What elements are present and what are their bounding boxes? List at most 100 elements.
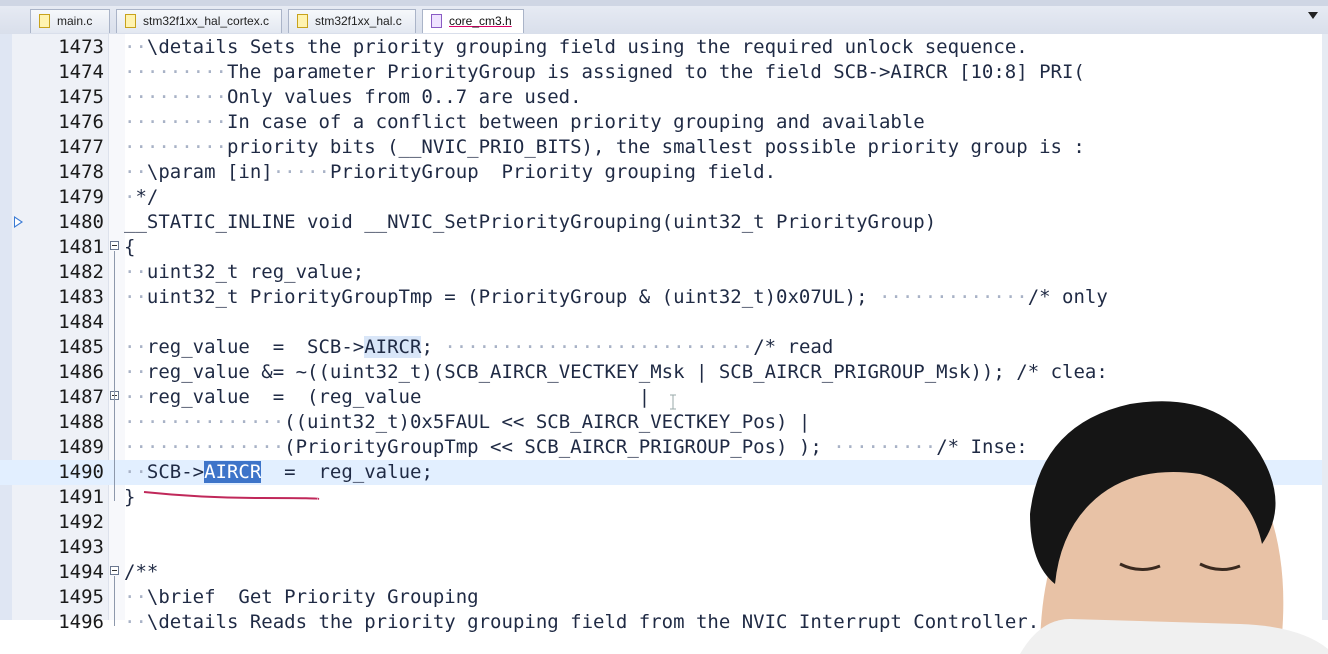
window-top-edge xyxy=(0,0,1328,6)
code-token: /** xyxy=(124,561,159,583)
tab-hal-cortex-c[interactable]: stm32f1xx_hal_cortex.c xyxy=(116,9,282,33)
line-number: 1480 xyxy=(58,211,104,233)
code-line[interactable]: 1474 ·········The parameter PriorityGroup… xyxy=(0,60,1322,85)
file-icon xyxy=(39,14,50,28)
code-token: reg_value = SCB-> xyxy=(146,336,365,358)
code-line[interactable]: 1478 ··\param [in]·····PriorityGroup Prio… xyxy=(0,160,1322,185)
code-text[interactable]: ·*/ xyxy=(124,185,158,210)
code-text[interactable]: /** xyxy=(124,560,158,585)
code-text[interactable]: } xyxy=(124,485,135,510)
line-number: 1491 xyxy=(58,486,104,508)
line-number: 1474 xyxy=(58,61,104,83)
code-text[interactable]: ··reg_value = SCB->AIRCR; ··············… xyxy=(124,335,833,360)
current-line-arrow-icon xyxy=(14,216,23,228)
whitespace-marker: ·· xyxy=(124,161,147,183)
line-number: 1483 xyxy=(58,286,104,308)
code-token: \details Reads the priority grouping fie… xyxy=(146,611,1040,633)
code-token: = reg_value; xyxy=(261,461,433,483)
code-text[interactable]: ··\param [in]·····PriorityGroup Priority… xyxy=(124,160,776,185)
code-token: Only values from 0..7 are used. xyxy=(226,86,582,108)
code-line[interactable]: 1476 ·········In case of a conflict betwe… xyxy=(0,110,1322,135)
code-editor[interactable]: 1473 ··\details Sets the priority groupin… xyxy=(0,34,1328,654)
code-line[interactable]: 1477 ·········priority bits (__NVIC_PRIO_… xyxy=(0,135,1322,160)
code-text[interactable]: ·········In case of a conflict between p… xyxy=(124,110,925,135)
whitespace-marker: ·· xyxy=(124,286,147,308)
whitespace-marker: ········· xyxy=(833,436,937,458)
code-line[interactable]: 1482 ··uint32_t reg_value; xyxy=(0,260,1322,285)
code-text[interactable]: ··reg_value &= ~((uint32_t)(SCB_AIRCR_VE… xyxy=(124,360,1108,385)
code-line[interactable]: 1473 ··\details Sets the priority groupin… xyxy=(0,35,1322,60)
code-text[interactable]: ··SCB->AIRCR = reg_value; xyxy=(124,460,433,485)
code-token: (PriorityGroupTmp << SCB_AIRCR_PRIGROUP_… xyxy=(284,436,834,458)
line-number: 1473 xyxy=(58,36,104,58)
tab-bar: main.c stm32f1xx_hal_cortex.c stm32f1xx_… xyxy=(0,0,1328,35)
fold-toggle-icon[interactable] xyxy=(110,241,119,250)
tab-label: stm32f1xx_hal_cortex.c xyxy=(143,14,270,28)
presenter-webcam-overlay xyxy=(1020,401,1328,654)
text-cursor-icon xyxy=(670,394,676,410)
code-token: ((uint32_t)0x5FAUL << SCB_AIRCR_VECTKEY_… xyxy=(284,411,811,433)
code-text[interactable]: ··reg_value = (reg_value | xyxy=(124,385,650,410)
line-number: 1476 xyxy=(58,111,104,133)
code-text[interactable]: ··uint32_t PriorityGroupTmp = (PriorityG… xyxy=(124,285,1108,310)
annotation-underline xyxy=(143,491,320,500)
code-line[interactable]: 1475 ·········Only values from 0..7 are u… xyxy=(0,85,1322,110)
code-token: /* only xyxy=(1027,286,1108,308)
code-text[interactable]: ··\brief Get Priority Grouping xyxy=(124,585,479,610)
line-number: 1487 xyxy=(58,386,104,408)
code-token: In case of a conflict between priority g… xyxy=(226,111,925,133)
code-text[interactable]: ·········The parameter PriorityGroup is … xyxy=(124,60,1085,85)
code-text[interactable]: ·········priority bits (__NVIC_PRIO_BITS… xyxy=(124,135,1085,160)
whitespace-marker xyxy=(421,386,638,408)
line-number: 1493 xyxy=(58,536,104,558)
tab-label: main.c xyxy=(57,14,93,28)
code-text[interactable]: ··\details Reads the priority grouping f… xyxy=(124,610,1039,635)
whitespace-marker: ·· xyxy=(124,361,147,383)
code-line[interactable]: 1481 { xyxy=(0,235,1322,260)
code-line[interactable]: 1485 ··reg_value = SCB->AIRCR; ··········… xyxy=(0,335,1322,360)
whitespace-marker: ····· xyxy=(272,161,330,183)
code-line[interactable]: 1484 xyxy=(0,310,1322,335)
tab-label: stm32f1xx_hal.c xyxy=(315,14,402,28)
code-token: uint32_t PriorityGroupTmp = (PriorityGro… xyxy=(146,286,879,308)
code-line[interactable]: 1480 __STATIC_INLINE void __NVIC_SetPrior… xyxy=(0,210,1322,235)
code-token: priority bits (__NVIC_PRIO_BITS), the sm… xyxy=(226,136,1085,158)
code-token: \brief Get Priority Grouping xyxy=(146,586,479,608)
code-line[interactable]: 1479 ·*/ xyxy=(0,185,1322,210)
line-number: 1475 xyxy=(58,86,104,108)
whitespace-marker: ··························· xyxy=(444,336,754,358)
code-line[interactable]: 1483 ··uint32_t PriorityGroupTmp = (Prior… xyxy=(0,285,1322,310)
line-number: 1478 xyxy=(58,161,104,183)
tab-label: core_cm3.h xyxy=(449,14,512,28)
code-token: /* read xyxy=(753,336,834,358)
whitespace-marker: ········· xyxy=(124,111,227,133)
chevron-down-icon[interactable] xyxy=(1308,12,1318,19)
code-line[interactable]: 1486 ··reg_value &= ~((uint32_t)(SCB_AIRC… xyxy=(0,360,1322,385)
code-text[interactable]: ··uint32_t reg_value; xyxy=(124,260,364,285)
whitespace-marker: ········· xyxy=(124,136,227,158)
code-text[interactable]: ··············(PriorityGroupTmp << SCB_A… xyxy=(124,435,1028,460)
header-file-icon xyxy=(431,14,442,28)
code-token: SCB-> xyxy=(146,461,205,483)
whitespace-marker: ·· xyxy=(124,261,147,283)
line-number: 1490 xyxy=(58,461,104,483)
code-text[interactable]: ··············((uint32_t)0x5FAUL << SCB_… xyxy=(124,410,810,435)
line-number: 1495 xyxy=(58,586,104,608)
code-text[interactable]: { xyxy=(124,235,135,260)
tab-core-cm3-h[interactable]: core_cm3.h xyxy=(422,9,524,33)
whitespace-marker: ·· xyxy=(124,461,147,483)
line-number: 1488 xyxy=(58,411,104,433)
file-icon xyxy=(297,14,308,28)
code-token: The parameter PriorityGroup is assigned … xyxy=(226,61,1085,83)
tab-main-c[interactable]: main.c xyxy=(30,9,110,33)
code-text[interactable]: ··\details Sets the priority grouping fi… xyxy=(124,35,1028,60)
code-text[interactable]: ·········Only values from 0..7 are used. xyxy=(124,85,582,110)
code-text[interactable]: __STATIC_INLINE void __NVIC_SetPriorityG… xyxy=(124,210,936,235)
code-token: \details Sets the priority grouping fiel… xyxy=(146,36,1028,58)
whitespace-marker: ········· xyxy=(124,61,227,83)
fold-toggle-icon[interactable] xyxy=(110,566,119,575)
line-number: 1494 xyxy=(58,561,104,583)
tab-hal-c[interactable]: stm32f1xx_hal.c xyxy=(288,9,416,33)
fold-guide xyxy=(114,401,115,451)
file-icon xyxy=(125,14,136,28)
